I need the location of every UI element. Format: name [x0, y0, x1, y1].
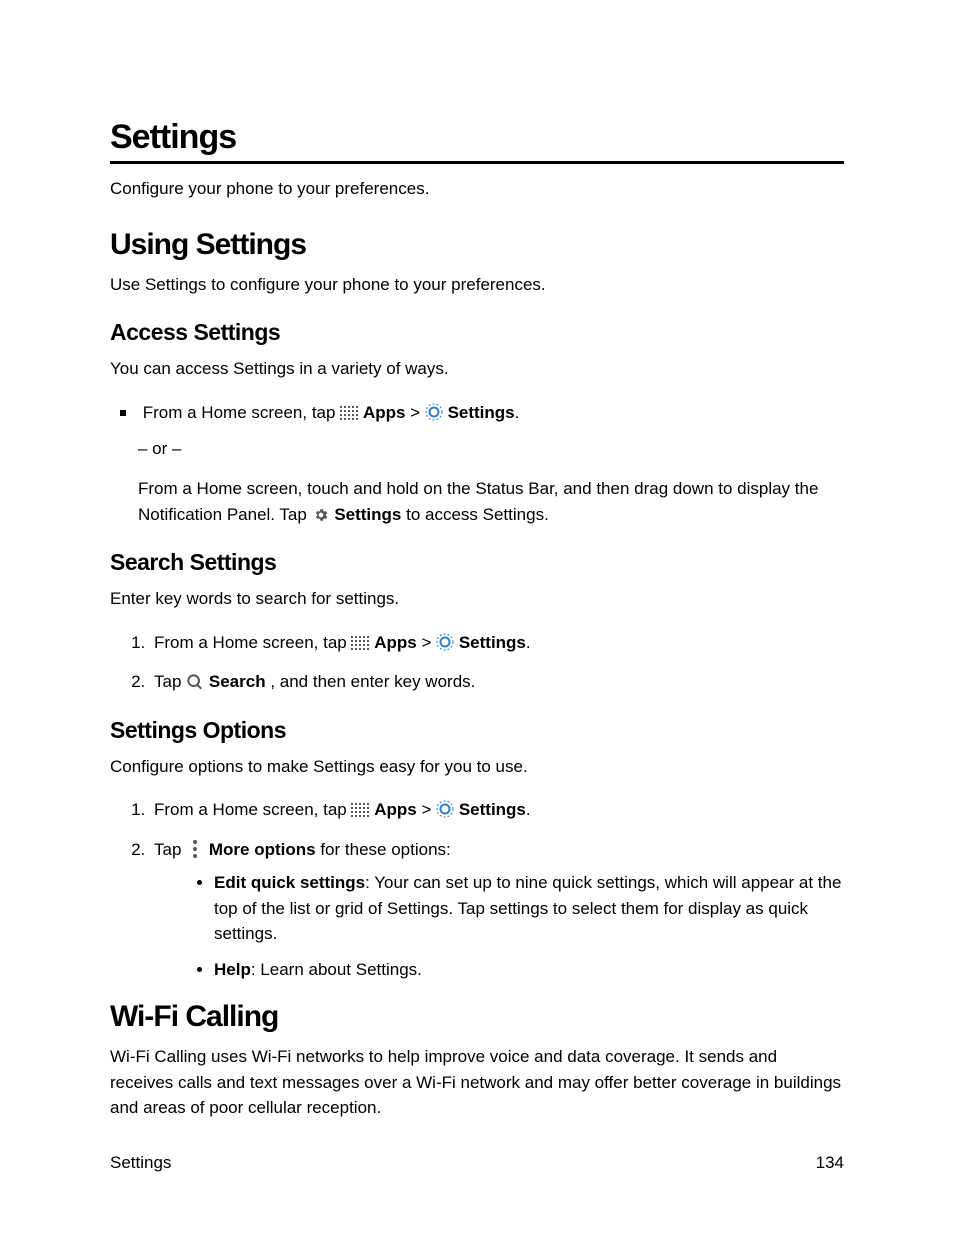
text: From a Home screen, tap: [154, 800, 351, 819]
options-step-2: Tap More options for these options: Edit…: [150, 837, 844, 983]
bullet-text: : Learn about Settings.: [251, 960, 422, 979]
text: , and then enter key words.: [270, 672, 475, 691]
access-step-1: From a Home screen, tap Apps >: [138, 400, 844, 426]
settings-options-intro: Configure options to make Settings easy …: [110, 754, 844, 780]
settings-gear-icon: [436, 633, 454, 651]
help-bullet: Help: Learn about Settings.: [214, 957, 844, 983]
bullet-label: Edit quick settings: [214, 873, 365, 892]
separator: >: [421, 633, 436, 652]
apps-grid-icon: [340, 406, 358, 421]
more-options-icon: [186, 840, 204, 858]
text: From a Home screen, tap: [154, 633, 351, 652]
text: for these options:: [320, 840, 450, 859]
or-separator: – or –: [138, 439, 844, 459]
gear-icon: [312, 507, 330, 523]
using-settings-heading: Using Settings: [110, 228, 844, 262]
period: .: [515, 403, 520, 422]
period: .: [526, 633, 531, 652]
access-settings-heading: Access Settings: [110, 319, 844, 346]
settings-options-heading: Settings Options: [110, 717, 844, 744]
apps-grid-icon: [351, 803, 369, 818]
settings-label: Settings: [459, 633, 526, 652]
search-step-1: From a Home screen, tap Apps >: [150, 630, 844, 656]
separator: >: [421, 800, 436, 819]
access-alt-method: From a Home screen, touch and hold on th…: [138, 476, 844, 527]
apps-label: Apps: [363, 403, 406, 422]
wifi-calling-heading: Wi-Fi Calling: [110, 1000, 844, 1034]
apps-label: Apps: [374, 633, 417, 652]
settings-label: Settings: [334, 505, 401, 524]
separator: >: [410, 403, 425, 422]
search-label: Search: [209, 672, 266, 691]
text: Tap: [154, 840, 186, 859]
access-settings-intro: You can access Settings in a variety of …: [110, 356, 844, 382]
edit-quick-settings-bullet: Edit quick settings: Your can set up to …: [214, 870, 844, 947]
options-step-1: From a Home screen, tap Apps >: [150, 797, 844, 823]
page-intro: Configure your phone to your preferences…: [110, 176, 844, 202]
settings-gear-icon: [425, 403, 443, 421]
more-options-label: More options: [209, 840, 316, 859]
page-footer: Settings 134: [110, 1153, 844, 1173]
page-title: Settings: [110, 118, 844, 164]
bullet-label: Help: [214, 960, 251, 979]
settings-label: Settings: [448, 403, 515, 422]
footer-page-number: 134: [816, 1153, 844, 1173]
apps-label: Apps: [374, 800, 417, 819]
document-page: Settings Configure your phone to your pr…: [0, 0, 954, 1235]
wifi-calling-intro: Wi-Fi Calling uses Wi-Fi networks to hel…: [110, 1044, 844, 1121]
text: Tap: [154, 672, 186, 691]
apps-grid-icon: [351, 636, 369, 651]
using-settings-intro: Use Settings to configure your phone to …: [110, 272, 844, 298]
search-settings-intro: Enter key words to search for settings.: [110, 586, 844, 612]
settings-label: Settings: [459, 800, 526, 819]
footer-section: Settings: [110, 1153, 171, 1173]
search-icon: [186, 674, 204, 690]
text: to access Settings.: [406, 505, 549, 524]
search-settings-heading: Search Settings: [110, 549, 844, 576]
text: From a Home screen, tap: [143, 403, 340, 422]
settings-gear-icon: [436, 800, 454, 818]
search-step-2: Tap Search , and then enter key words.: [150, 669, 844, 695]
period: .: [526, 800, 531, 819]
